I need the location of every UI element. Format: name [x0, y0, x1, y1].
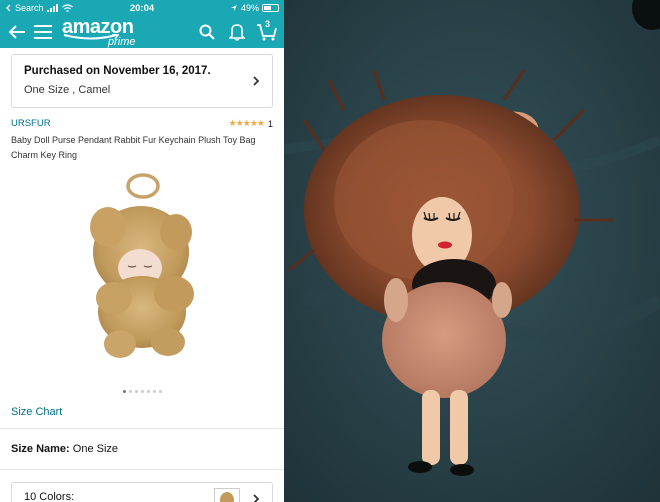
app-header: amazon prime 3: [0, 16, 284, 48]
brand-link[interactable]: URSFUR: [11, 118, 51, 129]
color-swatch-thumbnail[interactable]: [214, 488, 240, 502]
size-name-row[interactable]: Size Name: One Size: [11, 443, 118, 455]
amazon-prime-logo[interactable]: amazon prime: [62, 17, 136, 48]
status-time: 20:04: [129, 2, 155, 14]
purchase-date: Purchased on November 16, 2017.: [24, 65, 211, 77]
battery-icon: [262, 4, 279, 12]
purchase-history-card[interactable]: Purchased on November 16, 2017. One Size…: [11, 54, 273, 108]
brand-row: URSFUR ★★★★★ 1: [11, 118, 273, 129]
chevron-right-icon: [253, 494, 260, 502]
received-item-photo: [284, 0, 660, 502]
logo-prime-text: prime: [108, 35, 136, 48]
back-arrow-icon[interactable]: [6, 21, 28, 43]
header-actions: 3: [196, 19, 278, 43]
cart-icon[interactable]: 3: [256, 19, 278, 43]
carousel-dot[interactable]: [158, 390, 162, 393]
carousel-dot[interactable]: [122, 390, 126, 393]
search-icon[interactable]: [196, 21, 218, 43]
size-name-label: Size Name:: [11, 443, 70, 455]
size-name-value: One Size: [72, 443, 119, 455]
product-image[interactable]: [78, 172, 208, 362]
product-title: Baby Doll Purse Pendant Rabbit Fur Keych…: [11, 135, 256, 160]
colors-label: 10 Colors:: [24, 491, 75, 502]
divider: [0, 428, 284, 429]
carousel-dot[interactable]: [134, 390, 138, 393]
rating-count[interactable]: 1: [268, 119, 273, 129]
cart-count: 3: [265, 19, 271, 29]
carousel-dot[interactable]: [140, 390, 144, 393]
size-chart-link[interactable]: Size Chart: [11, 406, 62, 418]
colors-selector[interactable]: 10 Colors:: [11, 482, 273, 502]
divider: [0, 469, 284, 470]
chevron-right-icon: [253, 76, 260, 86]
carousel-dot[interactable]: [146, 390, 150, 393]
carousel-dot[interactable]: [128, 390, 132, 393]
notifications-bell-icon[interactable]: [226, 21, 248, 43]
image-carousel-dots[interactable]: [0, 390, 284, 393]
status-bar: Search 20:04 49%: [0, 0, 284, 16]
purchase-variant: One Size , Camel: [24, 84, 111, 96]
menu-icon[interactable]: [32, 21, 54, 43]
star-rating[interactable]: ★★★★★: [229, 118, 265, 129]
amazon-app-screenshot: Search 20:04 49% amazon prime 3 Purchase…: [0, 0, 284, 502]
carousel-dot[interactable]: [152, 390, 156, 393]
